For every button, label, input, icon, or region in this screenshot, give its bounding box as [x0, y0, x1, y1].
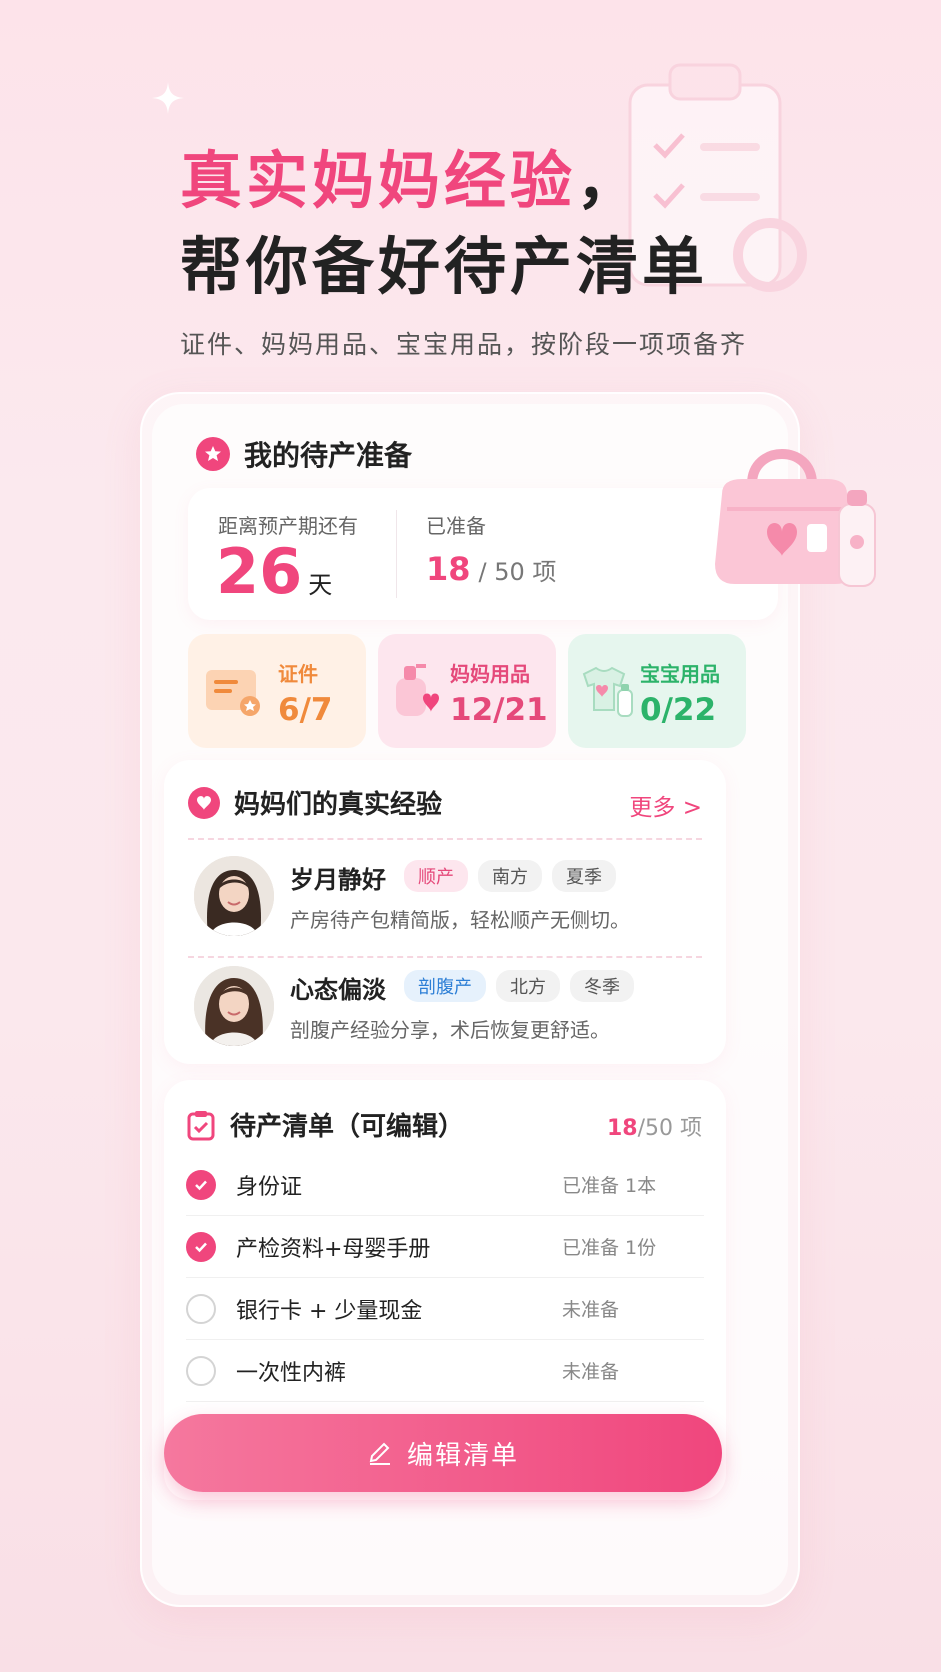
- season-tag: 冬季: [570, 970, 634, 1002]
- avatar: [194, 966, 274, 1046]
- category-summary: 证件 6/7 妈妈用品 12/21 宝宝用品 0/22: [188, 634, 746, 748]
- days-unit: 天: [308, 571, 333, 599]
- ready-label: 已准备: [426, 514, 486, 538]
- experience-header: 妈妈们的真实经验: [188, 784, 442, 821]
- stat-divider: [396, 510, 397, 598]
- author-name: 心态偏淡: [290, 976, 386, 1004]
- experience-desc: 产房待产包精简版，轻松顺产无侧切。: [290, 908, 630, 932]
- checked-icon[interactable]: [186, 1231, 216, 1262]
- sparkle-icon: [152, 82, 184, 114]
- clipboard-icon: [187, 1110, 215, 1140]
- region-tag: 南方: [478, 860, 542, 892]
- checklist-row[interactable]: 一次性内裤 未准备: [186, 1340, 704, 1402]
- divider: [188, 956, 702, 958]
- item-label: 产检资料+母婴手册: [236, 1236, 431, 1262]
- experience-card: 妈妈们的真实经验 更多 > 岁月静好 顺产 南方 夏季 产房待产包精简版，轻松顺…: [164, 760, 726, 1064]
- item-status: 已准备 1本: [562, 1175, 657, 1197]
- edit-list-button[interactable]: 编辑清单: [164, 1414, 722, 1492]
- checked-icon[interactable]: [186, 1169, 216, 1200]
- certificate-icon: [206, 670, 260, 716]
- checklist-row[interactable]: 银行卡 + 少量现金 未准备: [186, 1278, 704, 1340]
- category-label: 证件: [278, 662, 318, 686]
- lotion-icon: [396, 664, 439, 716]
- category-card-mom-items[interactable]: 妈妈用品 12/21: [378, 634, 556, 748]
- hero-subtitle: 证件、妈妈用品、宝宝用品，按阶段一项项备齐: [180, 330, 748, 359]
- ready-progress: 18 / 50 项: [426, 550, 556, 588]
- tag-list: 顺产 南方 夏季: [404, 860, 616, 892]
- days-value: 26: [216, 535, 303, 608]
- category-card-certificates[interactable]: 证件 6/7: [188, 634, 366, 748]
- category-value: 0/22: [640, 692, 717, 728]
- checklist-row[interactable]: 产检资料+母婴手册 已准备 1份: [186, 1216, 704, 1278]
- category-value: 12/21: [450, 692, 548, 728]
- main-panel-inner: 我的待产准备 距离预产期还有 26 天 已准备 18 / 50 项 证件 6/7…: [152, 404, 876, 1595]
- delivery-tag: 剖腹产: [404, 970, 486, 1002]
- pencil-icon: [369, 1442, 390, 1465]
- ready-value: 18: [426, 550, 471, 588]
- star-icon: [196, 437, 230, 471]
- item-label: 一次性内裤: [236, 1360, 347, 1386]
- checklist-row[interactable]: 身份证 已准备 1本: [186, 1154, 704, 1216]
- hero-title-line2: 帮你备好待产清单: [180, 230, 709, 303]
- experience-title: 妈妈们的真实经验: [234, 790, 443, 820]
- hero-title-punct: ，: [576, 144, 643, 217]
- checklist-title: 待产清单（可编辑）: [230, 1112, 465, 1142]
- region-tag: 北方: [496, 970, 560, 1002]
- checklist-count: 18/50 项: [607, 1110, 702, 1142]
- avatar: [194, 856, 274, 936]
- checklist-total: /50 项: [637, 1116, 702, 1141]
- hero-section: 真实妈妈经验， 帮你备好待产清单 证件、妈妈用品、宝宝用品，按阶段一项项备齐: [180, 145, 747, 361]
- prep-title: 我的待产准备: [244, 439, 413, 472]
- prep-header: 我的待产准备: [196, 434, 412, 474]
- item-label: 身份证: [236, 1174, 303, 1200]
- season-tag: 夏季: [552, 860, 616, 892]
- author-name: 岁月静好: [290, 866, 386, 894]
- unchecked-icon[interactable]: [186, 1293, 216, 1324]
- delivery-tag: 顺产: [404, 860, 468, 892]
- category-label: 宝宝用品: [640, 662, 720, 686]
- experience-desc: 剖腹产经验分享，术后恢复更舒适。: [290, 1018, 610, 1042]
- item-status: 已准备 1份: [562, 1237, 657, 1259]
- more-link[interactable]: 更多 >: [629, 788, 702, 822]
- ready-total: / 50 项: [478, 558, 557, 586]
- item-status: 未准备: [562, 1299, 620, 1321]
- hero-title-line1: 真实妈妈经验，: [180, 145, 747, 217]
- countdown-card: 距离预产期还有 26 天 已准备 18 / 50 项: [188, 488, 778, 620]
- days-countdown: 26 天: [216, 540, 332, 604]
- category-card-baby-items[interactable]: 宝宝用品 0/22: [568, 634, 746, 748]
- checklist-done-count: 18: [606, 1116, 638, 1141]
- item-label: 银行卡 + 少量现金: [236, 1298, 423, 1324]
- divider: [188, 838, 702, 840]
- unchecked-icon[interactable]: [186, 1355, 216, 1386]
- experience-item[interactable]: 岁月静好 顺产 南方 夏季 产房待产包精简版，轻松顺产无侧切。: [194, 856, 704, 946]
- main-panel: 我的待产准备 距离预产期还有 26 天 已准备 18 / 50 项 证件 6/7…: [140, 392, 876, 1607]
- category-label: 妈妈用品: [450, 662, 530, 686]
- checklist-header: 待产清单（可编辑）: [186, 1106, 464, 1143]
- heart-icon: [188, 786, 220, 819]
- diaper-bag-illustration: [715, 449, 876, 587]
- experience-item[interactable]: 心态偏淡 剖腹产 北方 冬季 剖腹产经验分享，术后恢复更舒适。: [194, 966, 704, 1056]
- hero-title-highlight: 真实妈妈经验: [180, 144, 577, 217]
- tag-list: 剖腹产 北方 冬季: [404, 970, 634, 1002]
- edit-button-label: 编辑清单: [406, 1440, 519, 1471]
- category-value: 6/7: [278, 692, 333, 728]
- baby-clothes-icon: [582, 666, 633, 717]
- item-status: 未准备: [562, 1361, 620, 1383]
